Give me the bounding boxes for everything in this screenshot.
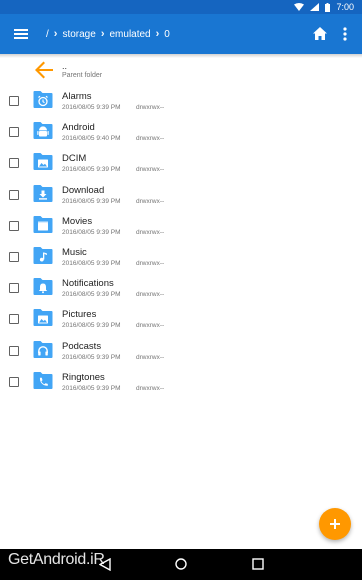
file-name: Podcasts [62, 340, 102, 352]
add-fab-button[interactable] [319, 508, 351, 540]
file-row[interactable]: DCIM 2016/08/05 9:39 PM drwxrwx-- [0, 147, 362, 178]
select-checkbox[interactable] [9, 220, 19, 231]
select-checkbox[interactable] [9, 189, 19, 200]
status-time: 7:00 [336, 2, 354, 12]
plus-icon [330, 519, 340, 529]
parent-folder-label: .. [62, 61, 68, 71]
file-row[interactable]: Pictures 2016/08/05 9:39 PM drwxrwx-- [0, 303, 362, 334]
image-icon [33, 309, 53, 327]
headphones-icon [33, 340, 53, 358]
file-row[interactable]: Movies 2016/08/05 9:39 PM drwxrwx-- [0, 210, 362, 241]
file-permissions: drwxrwx-- [136, 384, 165, 392]
file-permissions: drwxrwx-- [136, 353, 165, 361]
home-icon[interactable] [311, 25, 329, 43]
file-name: DCIM [62, 153, 87, 165]
file-date: 2016/08/05 9:39 PM [62, 104, 121, 111]
file-date: 2016/08/05 9:39 PM [62, 384, 121, 392]
file-date: 2016/08/05 9:39 PM [62, 228, 121, 236]
breadcrumb-item[interactable]: storage [62, 29, 95, 40]
chevron-right-icon: › [155, 28, 160, 40]
parent-folder-row[interactable]: .. Parent folder [0, 58, 362, 85]
nav-back-icon[interactable] [99, 558, 111, 571]
file-name: Notifications [62, 278, 114, 290]
file-name: Download [62, 184, 105, 196]
movie-icon [33, 215, 53, 233]
nav-home-icon[interactable] [175, 558, 187, 570]
select-checkbox[interactable] [9, 283, 19, 294]
file-name: Pictures [62, 309, 97, 321]
breadcrumb-item[interactable]: 0 [164, 29, 170, 40]
file-date: 2016/08/05 9:39 PM [62, 291, 121, 299]
select-checkbox[interactable] [9, 376, 19, 387]
select-checkbox[interactable] [9, 96, 19, 106]
file-date: 2016/08/05 9:39 PM [62, 259, 121, 267]
navigation-bar [0, 549, 362, 580]
file-row[interactable]: Download 2016/08/05 9:39 PM drwxrwx-- [0, 179, 362, 210]
breadcrumb: / › storage › emulated › 0 [46, 25, 170, 43]
file-row[interactable]: Notifications 2016/08/05 9:39 PM drwxrwx-- [0, 272, 362, 303]
file-date: 2016/08/05 9:40 PM [62, 135, 121, 143]
android-icon [33, 122, 53, 140]
select-checkbox[interactable] [9, 251, 19, 262]
parent-folder-sublabel: Parent folder [62, 72, 103, 79]
select-checkbox[interactable] [9, 158, 19, 169]
file-date: 2016/08/05 9:39 PM [62, 197, 121, 205]
file-row[interactable]: Ringtones 2016/08/05 9:39 PM drwxrwx-- [0, 366, 362, 397]
file-name: Android [62, 122, 95, 134]
breadcrumb-item[interactable]: / [46, 29, 49, 40]
file-permissions: drwxrwx-- [136, 104, 165, 111]
file-permissions: drwxrwx-- [136, 291, 165, 299]
file-name: Music [62, 246, 87, 258]
file-name: Movies [62, 215, 93, 227]
download-icon [33, 184, 53, 202]
wifi-icon [294, 3, 305, 11]
app-bar: / › storage › emulated › 0 [0, 14, 362, 54]
music-icon [33, 246, 53, 264]
image-icon [33, 153, 53, 171]
file-row[interactable]: Alarms 2016/08/05 9:39 PM drwxrwx-- [0, 85, 362, 116]
file-date: 2016/08/05 9:39 PM [62, 322, 121, 330]
file-permissions: drwxrwx-- [136, 135, 165, 143]
file-date: 2016/08/05 9:39 PM [62, 166, 121, 174]
file-row[interactable]: Podcasts 2016/08/05 9:39 PM drwxrwx-- [0, 335, 362, 366]
file-list: Alarms 2016/08/05 9:39 PM drwxrwx-- Android… [0, 85, 362, 397]
status-bar: 7:00 [0, 0, 362, 14]
more-vert-icon[interactable] [339, 25, 351, 43]
file-date: 2016/08/05 9:39 PM [62, 353, 121, 361]
phone-icon [33, 371, 53, 389]
file-permissions: drwxrwx-- [136, 259, 165, 267]
select-checkbox[interactable] [9, 314, 19, 325]
battery-icon [325, 2, 331, 12]
file-row[interactable]: Music 2016/08/05 9:39 PM drwxrwx-- [0, 241, 362, 272]
select-checkbox[interactable] [9, 345, 19, 356]
file-name: Alarms [62, 91, 92, 102]
select-checkbox[interactable] [9, 127, 19, 138]
alarm-icon [33, 91, 53, 108]
menu-icon[interactable] [12, 24, 32, 44]
file-name: Ringtones [62, 371, 105, 383]
breadcrumb-item[interactable]: emulated [109, 29, 150, 40]
arrow-back-icon [35, 61, 53, 79]
bell-icon [33, 278, 53, 296]
file-permissions: drwxrwx-- [136, 197, 165, 205]
nav-recents-icon[interactable] [252, 558, 264, 570]
chevron-right-icon: › [100, 28, 105, 40]
signal-icon [310, 3, 320, 11]
file-row[interactable]: Android 2016/08/05 9:40 PM drwxrwx-- [0, 116, 362, 147]
chevron-right-icon: › [53, 28, 58, 40]
file-permissions: drwxrwx-- [136, 228, 165, 236]
file-permissions: drwxrwx-- [136, 322, 165, 330]
file-permissions: drwxrwx-- [136, 166, 165, 174]
